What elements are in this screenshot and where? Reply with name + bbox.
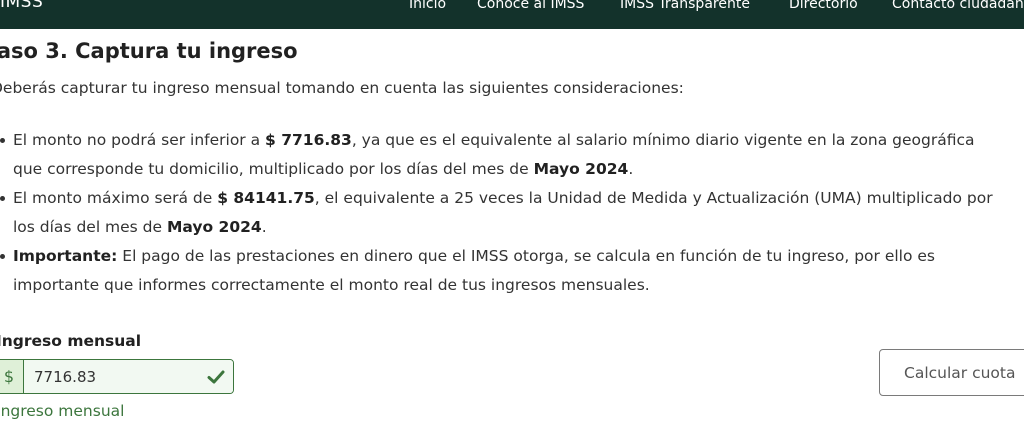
list-item-line: los días del mes de Mayo 2024. <box>13 213 1024 242</box>
income-field-label: Ingreso mensual <box>0 332 142 350</box>
list-item: Importante: El pago de las prestaciones … <box>0 242 1024 300</box>
calculate-quota-button[interactable]: Calcular cuota <box>879 349 1024 396</box>
period-month: Mayo 2024 <box>167 218 262 236</box>
nav-link-conoce[interactable]: Conoce al IMSS <box>477 0 584 12</box>
minimum-amount: $ 7716.83 <box>265 131 352 149</box>
text-span: los días del mes de <box>13 218 167 236</box>
text-span: El pago de las prestaciones en dinero qu… <box>117 247 936 265</box>
list-item-line: que corresponde tu domicilio, multiplica… <box>13 155 1024 184</box>
top-navbar: IMSS Inicio Conoce al IMSS IMSS Transpar… <box>0 0 1024 29</box>
text-span: , ya que es el equivalente al salario mí… <box>351 131 975 149</box>
list-item: El monto no podrá ser inferior a $ 7716.… <box>0 126 1024 184</box>
text-span: importante que informes correctamente el… <box>13 276 650 294</box>
list-item-line: importante que informes correctamente el… <box>13 271 1024 300</box>
main-content: Paso 3. Captura tu ingreso Deberás captu… <box>0 29 1024 435</box>
list-item-line: Importante: El pago de las prestaciones … <box>13 242 1024 271</box>
intro-text: Deberás capturar tu ingreso mensual toma… <box>0 79 684 97</box>
nav-link-transparente[interactable]: IMSS Transparente <box>620 0 750 12</box>
brand-logo-text[interactable]: IMSS <box>0 0 43 12</box>
list-item-line: El monto no podrá ser inferior a $ 7716.… <box>13 126 1024 155</box>
income-input[interactable] <box>24 360 233 393</box>
nav-link-inicio[interactable]: Inicio <box>409 0 446 12</box>
text-span: El monto no podrá ser inferior a <box>13 131 266 149</box>
considerations-list: El monto no podrá ser inferior a $ 7716.… <box>0 126 1024 300</box>
text-span: El monto máximo será de <box>13 189 218 207</box>
maximum-amount: $ 84141.75 <box>217 189 315 207</box>
page-title: Paso 3. Captura tu ingreso <box>0 39 298 63</box>
list-item: El monto máximo será de $ 84141.75, el e… <box>0 184 1024 242</box>
nav-link-directorio[interactable]: Directorio <box>789 0 858 12</box>
text-span: , el equivalente a 25 veces la Unidad de… <box>314 189 993 207</box>
period-month: Mayo 2024 <box>533 160 629 178</box>
check-icon <box>207 370 225 384</box>
text-span: . <box>261 218 267 236</box>
important-label: Importante: <box>13 247 118 265</box>
income-help-text: Ingreso mensual <box>0 402 125 420</box>
nav-link-contacto[interactable]: Contacto ciudadano <box>892 0 1024 12</box>
income-input-group: $ <box>0 359 234 394</box>
text-span: que corresponde tu domicilio, multiplica… <box>13 160 534 178</box>
currency-addon: $ <box>0 360 24 393</box>
text-span: . <box>628 160 634 178</box>
list-item-line: El monto máximo será de $ 84141.75, el e… <box>13 184 1024 213</box>
